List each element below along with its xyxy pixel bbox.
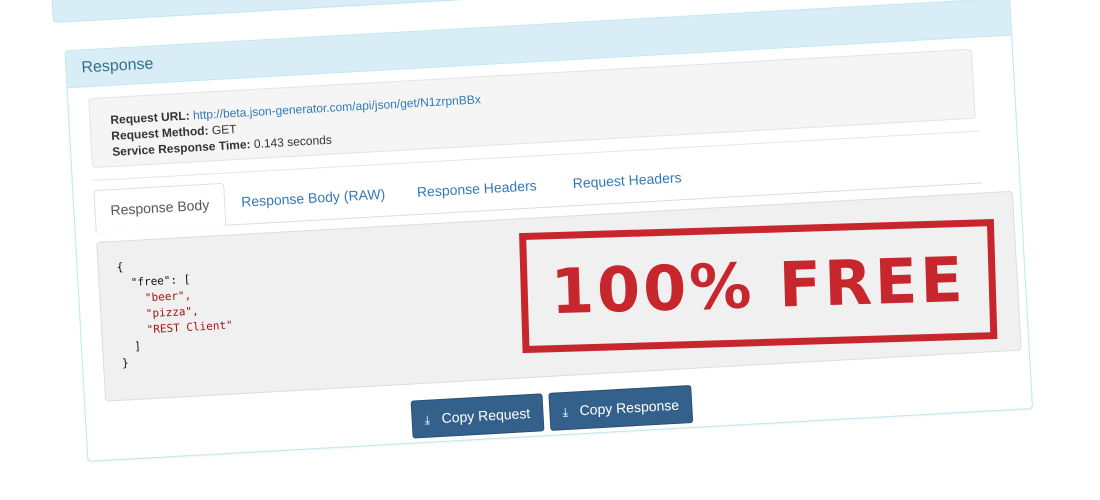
copy-request-label: Copy Request [441, 405, 531, 426]
request-method-value: GET [211, 121, 237, 138]
tab-request-headers[interactable]: Request Headers [557, 156, 698, 205]
tab-response-body-raw[interactable]: Response Body (RAW) [225, 173, 401, 224]
download-icon: ⤓ [424, 412, 431, 427]
download-icon: ⤓ [562, 404, 569, 420]
copy-response-button[interactable]: ⤓ Copy Response [548, 384, 694, 431]
tab-response-body[interactable]: Response Body [93, 182, 227, 233]
copy-response-label: Copy Response [579, 396, 680, 419]
copy-request-button[interactable]: ⤓ Copy Request [410, 393, 545, 439]
free-stamp-text: 100% FREE [549, 242, 967, 329]
screenshot-stage: Response Request URL: http://beta.json-g… [0, 0, 1100, 500]
response-panel: Response Request URL: http://beta.json-g… [64, 0, 1034, 462]
response-time-value: 0.143 seconds [253, 132, 333, 151]
tab-response-headers[interactable]: Response Headers [401, 164, 553, 213]
tilted-content: Response Request URL: http://beta.json-g… [50, 0, 1058, 489]
free-stamp: 100% FREE [519, 219, 998, 354]
action-buttons: ⤓ Copy Request ⤓ Copy Response [410, 384, 696, 445]
